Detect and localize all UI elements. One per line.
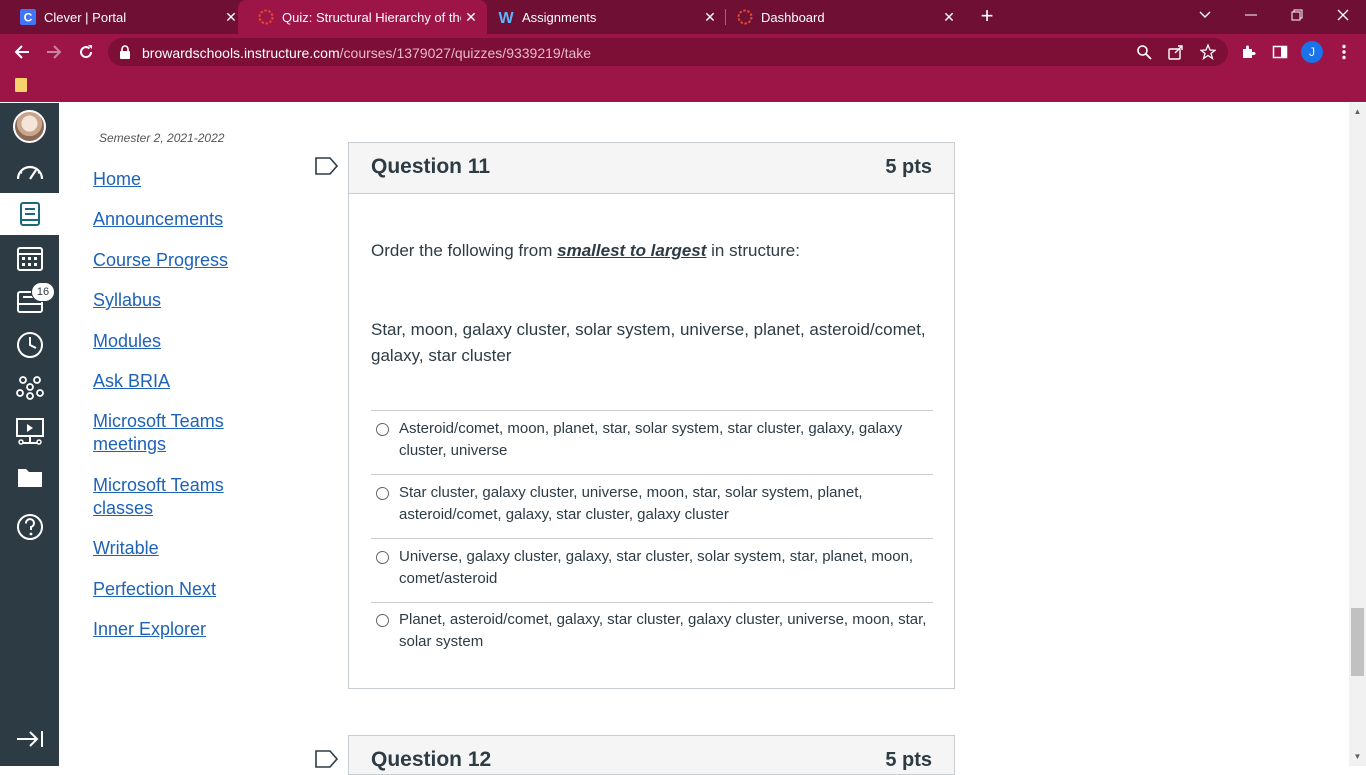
bookmark-folder-icon[interactable]: [15, 78, 27, 92]
answer-text[interactable]: Star cluster, galaxy cluster, universe, …: [399, 482, 929, 526]
menu-kebab-icon[interactable]: [1334, 42, 1354, 62]
close-window-icon[interactable]: [1320, 0, 1366, 30]
lock-icon[interactable]: [118, 44, 132, 60]
answer-radio[interactable]: [376, 614, 389, 627]
url-host: browardschools.instructure.com: [142, 45, 340, 61]
course-nav-home[interactable]: Home: [93, 168, 243, 191]
side-panel-icon[interactable]: [1270, 42, 1290, 62]
question-points: 5 pts: [885, 749, 932, 771]
tab-assignments[interactable]: W Assignments ✕: [478, 0, 726, 34]
question-prompt: Order the following from smallest to lar…: [371, 238, 936, 264]
tab-clever[interactable]: C Clever | Portal ✕: [0, 0, 247, 34]
groups-icon[interactable]: [0, 366, 59, 408]
clever-favicon-icon: C: [20, 9, 36, 25]
profile-avatar[interactable]: J: [1301, 41, 1323, 63]
answer-option[interactable]: Planet, asteroid/comet, galaxy, star clu…: [371, 602, 933, 666]
tab-dashboard[interactable]: Dashboard ✕: [717, 0, 965, 34]
extensions-icon[interactable]: [1238, 42, 1258, 62]
forward-icon[interactable]: [42, 40, 66, 64]
back-icon[interactable]: [10, 40, 34, 64]
scroll-down-icon[interactable]: ▼: [1351, 752, 1364, 764]
answer-text[interactable]: Universe, galaxy cluster, galaxy, star c…: [399, 546, 929, 590]
question-title: Question 11: [371, 155, 491, 178]
answer-radio[interactable]: [376, 423, 389, 436]
scrollbar-thumb[interactable]: [1351, 608, 1364, 676]
tab-search-icon[interactable]: [1182, 0, 1228, 30]
course-nav-syllabus[interactable]: Syllabus: [93, 289, 243, 312]
folder-icon[interactable]: [0, 456, 59, 498]
canvas-favicon-icon: [737, 9, 753, 25]
new-tab-button[interactable]: +: [976, 5, 998, 28]
bookmark-star-icon[interactable]: [1198, 42, 1218, 62]
close-tab-icon[interactable]: ✕: [939, 9, 959, 26]
answer-option[interactable]: Universe, galaxy cluster, galaxy, star c…: [371, 538, 933, 602]
tab-title: Clever | Portal: [44, 9, 127, 25]
share-icon[interactable]: [1166, 42, 1186, 62]
prompt-text: Order the following from: [371, 241, 558, 260]
course-nav-course-progress[interactable]: Course Progress: [93, 249, 243, 272]
zoom-icon[interactable]: [1134, 42, 1154, 62]
svg-text:W: W: [498, 10, 514, 25]
inbox-unread-badge: 16: [31, 282, 55, 302]
prompt-emphasis: smallest to largest: [557, 241, 707, 260]
flag-question-icon[interactable]: [315, 750, 339, 773]
svg-text:C: C: [24, 11, 33, 25]
restore-icon[interactable]: [1274, 0, 1320, 30]
calendar-icon[interactable]: [0, 237, 59, 279]
tab-title: Assignments: [522, 9, 597, 25]
url-path: /courses/1379027/quizzes/9339219/take: [339, 45, 592, 61]
canvas-favicon-icon: [258, 9, 274, 25]
flag-question-icon[interactable]: [315, 157, 339, 180]
answer-radio[interactable]: [376, 551, 389, 564]
account-avatar[interactable]: [13, 110, 46, 143]
course-nav-announcements[interactable]: Announcements: [93, 208, 243, 231]
course-nav-inner-explorer[interactable]: Inner Explorer: [93, 618, 243, 641]
answer-option[interactable]: Star cluster, galaxy cluster, universe, …: [371, 474, 933, 538]
tab-title: Dashboard: [761, 9, 825, 25]
prompt-text: in structure:: [706, 241, 800, 260]
history-clock-icon[interactable]: [0, 324, 59, 366]
studio-icon[interactable]: [0, 410, 59, 452]
question-title: Question 12: [371, 748, 492, 771]
course-nav-teams-meetings[interactable]: Microsoft Teams meetings: [93, 410, 243, 456]
bookmarks-bar: [0, 70, 1366, 102]
course-nav-teams-classes[interactable]: Microsoft Teams classes: [93, 474, 243, 520]
tab-quiz[interactable]: Quiz: Structural Hierarchy of the U ✕: [238, 0, 487, 34]
answer-option[interactable]: Asteroid/comet, moon, planet, star, sola…: [371, 410, 933, 474]
answer-radio[interactable]: [376, 487, 389, 500]
question-items-list: Star, moon, galaxy cluster, solar system…: [371, 320, 926, 365]
dashboard-icon[interactable]: [0, 151, 59, 193]
course-nav-writable[interactable]: Writable: [93, 537, 243, 560]
course-nav-modules[interactable]: Modules: [93, 330, 243, 353]
question-card: Question 11 5 pts Order the following fr…: [348, 142, 955, 689]
question-points: 5 pts: [885, 156, 932, 178]
courses-icon[interactable]: [0, 193, 59, 235]
scroll-up-icon[interactable]: ▲: [1351, 107, 1364, 119]
url-text[interactable]: browardschools.instructure.com/courses/1…: [142, 45, 591, 61]
minimize-icon[interactable]: [1228, 0, 1274, 30]
answer-text[interactable]: Planet, asteroid/comet, galaxy, star clu…: [399, 609, 929, 653]
help-icon[interactable]: [0, 506, 59, 548]
answer-text[interactable]: Asteroid/comet, moon, planet, star, sola…: [399, 418, 929, 462]
next-question-card: Question 12 5 pts: [348, 735, 955, 775]
collapse-nav-icon[interactable]: [0, 718, 59, 760]
question-header: Question 11 5 pts: [349, 143, 954, 194]
writable-favicon-icon: W: [498, 9, 514, 25]
course-nav-perfection-next[interactable]: Perfection Next: [93, 578, 243, 601]
tab-title: Quiz: Structural Hierarchy of the U: [282, 9, 461, 25]
course-term: Semester 2, 2021-2022: [99, 131, 225, 145]
course-nav-ask-bria[interactable]: Ask BRIA: [93, 370, 243, 393]
reload-icon[interactable]: [74, 40, 98, 64]
